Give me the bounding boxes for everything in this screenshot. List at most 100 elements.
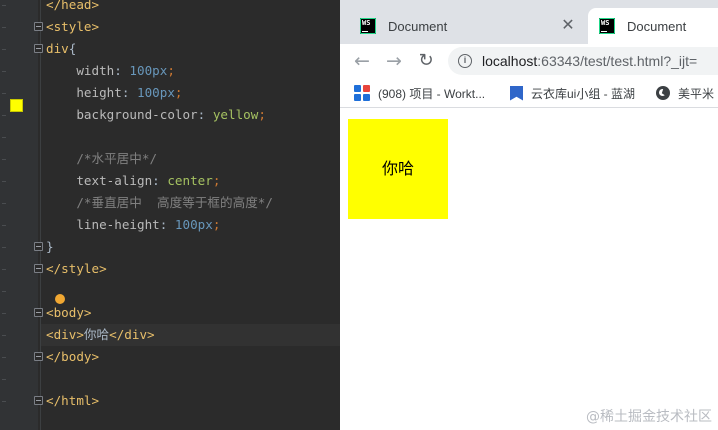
code-line[interactable]: </head> [46, 0, 99, 16]
code-token: background-color [46, 107, 198, 122]
code-line[interactable]: <style> [46, 16, 99, 38]
gutter-tick [2, 313, 6, 314]
code-line[interactable]: text-align: center; [46, 170, 220, 192]
gutter-tick [2, 137, 6, 138]
code-line[interactable]: width: 100px; [46, 60, 175, 82]
bookmark-worktile[interactable]: (908) 项目 - Workt... [354, 84, 485, 102]
code-token: px [197, 217, 213, 232]
code-editor[interactable]: </head> <style> div{ width: 100px; height:… [0, 0, 340, 430]
code-token: <style> [46, 19, 100, 34]
code-line[interactable]: background-color: yellow; [46, 104, 266, 126]
gutter-tick [2, 93, 6, 94]
code-token: </body> [46, 349, 100, 364]
code-line[interactable]: height: 100px; [46, 82, 183, 104]
close-icon[interactable]: ✕ [560, 18, 576, 34]
code-line[interactable]: </html> [46, 390, 99, 412]
back-arrow-icon[interactable]: ← [349, 48, 375, 74]
forward-arrow-icon[interactable]: → [381, 48, 407, 74]
webstorm-icon: WS [360, 18, 376, 34]
gutter-tick [2, 71, 6, 72]
code-token: line-height [46, 217, 160, 232]
code-line[interactable]: div{ [46, 38, 76, 60]
code-token: px [159, 85, 175, 100]
code-token: { [68, 41, 77, 56]
info-icon[interactable]: i [458, 54, 472, 68]
code-token: : [197, 107, 213, 122]
gutter-tick [2, 27, 6, 28]
code-token: <div> [46, 327, 84, 342]
page-content: 你哈 [340, 108, 718, 430]
lanhu-icon [510, 85, 523, 101]
code-token: text-align [46, 173, 153, 188]
gutter-tick [2, 291, 6, 292]
code-token: </head> [46, 0, 100, 12]
code-token: 100 [137, 85, 160, 100]
code-token: </style> [46, 261, 107, 276]
code-line[interactable]: /*水平居中*/ [46, 148, 157, 170]
browser-window: WS Document ✕ WS Document ← → ↻ i localh… [340, 0, 718, 430]
code-token: px [152, 63, 168, 78]
gutter-tick [2, 49, 6, 50]
code-token: : [114, 63, 130, 78]
bookmark-meipingmi[interactable]: 美平米 [656, 84, 714, 102]
breakpoint-dot-icon[interactable] [55, 294, 65, 304]
fold-marker-icon[interactable] [34, 242, 43, 251]
code-token: 100 [129, 63, 153, 78]
webstorm-icon: WS [599, 18, 615, 34]
fold-marker-icon[interactable] [34, 352, 43, 361]
fold-marker-icon[interactable] [34, 396, 43, 405]
gutter-tick [2, 181, 6, 182]
code-token: width [46, 63, 115, 78]
color-swatch-yellow[interactable] [10, 99, 23, 112]
watermark: @稀土掘金技术社区 [586, 409, 712, 425]
gutter-tick [2, 379, 6, 380]
address-bar[interactable]: i localhost:63343/test/test.html?_ijt= [448, 47, 718, 75]
code-token: ; [212, 173, 221, 188]
code-token: center [167, 173, 213, 188]
fold-guide [40, 0, 41, 430]
tab-document-2[interactable]: WS Document [588, 8, 718, 44]
bookmark-label: (908) 项目 - Workt... [378, 86, 486, 101]
editor-gutter [0, 0, 38, 430]
code-line[interactable]: <div>你哈</div> [41, 324, 340, 346]
gutter-tick [2, 115, 6, 116]
code-token: : [159, 217, 175, 232]
bookmark-label: 云衣库ui小组 - 蓝湖 [531, 86, 636, 101]
url-text[interactable]: localhost:63343/test/test.html?_ijt= [482, 53, 697, 69]
gutter-tick [2, 159, 6, 160]
code-token: ; [258, 107, 266, 122]
url-path: :63343/test/test.html?_ijt= [537, 53, 698, 69]
reload-icon[interactable]: ↻ [413, 48, 439, 74]
tab-title: Document [627, 18, 687, 34]
gutter-tick [2, 335, 6, 336]
fold-marker-icon[interactable] [34, 44, 43, 53]
tab-document-1[interactable]: WS Document ✕ [350, 8, 586, 44]
code-line[interactable]: <body> [46, 302, 92, 324]
bookmark-lanhu[interactable]: 云衣库ui小组 - 蓝湖 [510, 84, 635, 102]
code-token: </html> [46, 393, 100, 408]
code-line[interactable]: line-height: 100px; [46, 214, 220, 236]
worktile-icon [354, 85, 370, 101]
fold-marker-icon[interactable] [34, 22, 43, 31]
browser-toolbar: ← → ↻ i localhost:63343/test/test.html?_… [340, 44, 718, 78]
code-token: /*水平居中*/ [46, 151, 158, 166]
code-line[interactable]: </body> [46, 346, 99, 368]
code-line[interactable]: /*垂直居中 高度等于框的高度*/ [46, 192, 273, 214]
gutter-tick [2, 225, 6, 226]
code-token: </div> [109, 327, 155, 342]
code-line[interactable]: } [46, 236, 54, 258]
code-token: 你哈 [83, 327, 110, 342]
url-host: localhost [482, 53, 538, 69]
code-token: : [121, 85, 137, 100]
code-token: <body> [46, 305, 92, 320]
gutter-tick [2, 357, 6, 358]
code-token: yellow [212, 107, 259, 122]
globe-icon [656, 86, 670, 100]
bookmark-label: 美平米 [678, 86, 715, 101]
fold-marker-icon[interactable] [34, 308, 43, 317]
code-line[interactable]: </style> [46, 258, 107, 280]
fold-marker-icon[interactable] [34, 264, 43, 273]
code-token: ; [167, 63, 175, 78]
code-token: /*垂直居中 高度等于框的高度*/ [46, 195, 273, 210]
code-token: ; [174, 85, 183, 100]
